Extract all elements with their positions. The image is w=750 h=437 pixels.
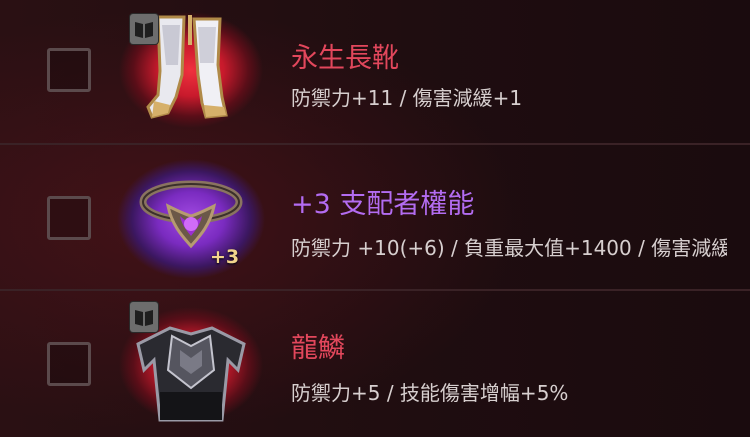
item-stats: 防禦力+5 / 技能傷害增幅+5% bbox=[291, 381, 569, 405]
item-list: 永生長靴 防禦力+11 / 傷害減緩+1 +3 +3 支配者權能 防禦力 +10… bbox=[0, 0, 750, 437]
select-checkbox[interactable] bbox=[47, 48, 91, 92]
item-stats: 防禦力+11 / 傷害減緩+1 bbox=[291, 86, 523, 110]
list-item[interactable]: 永生長靴 防禦力+11 / 傷害減緩+1 bbox=[0, 0, 750, 145]
item-name: +3 支配者權能 bbox=[291, 189, 475, 220]
item-name: 永生長靴 bbox=[291, 43, 399, 74]
upgrade-level-badge: +3 bbox=[210, 246, 240, 268]
item-stats: 防禦力 +10(+6) / 負重最大值+1400 / 傷害減緩 bbox=[291, 236, 727, 260]
list-item[interactable]: +3 +3 支配者權能 防禦力 +10(+6) / 負重最大值+1400 / 傷… bbox=[0, 146, 750, 291]
select-checkbox[interactable] bbox=[47, 342, 91, 386]
select-checkbox[interactable] bbox=[47, 196, 91, 240]
book-icon bbox=[130, 302, 158, 332]
book-icon bbox=[130, 14, 158, 44]
amulet-icon bbox=[139, 180, 243, 249]
list-item[interactable]: 龍鱗 防禦力+5 / 技能傷害增幅+5% bbox=[0, 292, 750, 437]
item-name: 龍鱗 bbox=[291, 333, 345, 364]
